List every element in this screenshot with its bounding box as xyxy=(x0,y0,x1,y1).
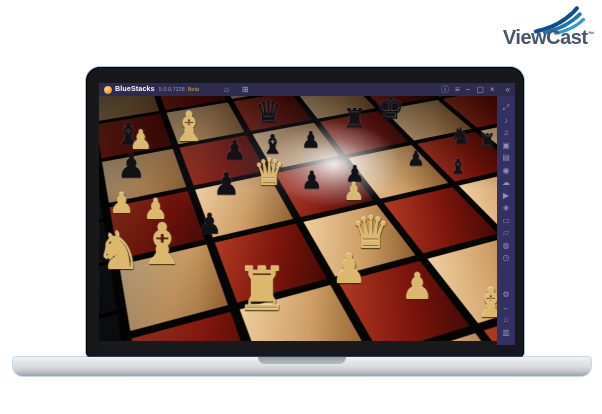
window-content: ♝ ♟ ♟ ♛ ♝ ♟ ♟ ♜ ♚ ♟ ♟ ♟ ♞ ♝ ♜ ♟ ♟ ♝ ♛ ♟ ♞ ♝ ♟ ♟ ♜ ♛ ♟ ♟ ♝ ⤢ ♪ ♫ ▣ ▤ ◉ ☁ ▶ ◈ ▭… xyxy=(99,96,515,345)
minimize-icon[interactable]: − xyxy=(466,85,471,94)
chess-piece-gold-pawn[interactable]: ♟ xyxy=(109,190,134,218)
titlebar-multi-instance-icon[interactable]: ⊞ xyxy=(242,85,249,94)
sidebar-home-icon[interactable]: ⌂ xyxy=(497,314,515,327)
chess-piece-gold-bishop[interactable]: ♝ xyxy=(137,218,187,274)
sidebar-settings-icon[interactable]: ⚙ xyxy=(497,289,515,302)
chess-piece-black-queen[interactable]: ♛ xyxy=(255,98,282,128)
viewcast-wordmark: ViewCast™ xyxy=(502,27,595,49)
trademark-symbol: ™ xyxy=(587,31,595,39)
chess-piece-gold-rook[interactable]: ♜ xyxy=(235,260,289,320)
sidebar-volume-up-icon[interactable]: ♪ xyxy=(497,115,515,128)
titlebar-home-icon[interactable]: ⌂ xyxy=(224,85,229,94)
chess-piece-gold-pawn[interactable]: ♟ xyxy=(143,196,168,224)
chess-pieces-layer: ♝ ♟ ♟ ♛ ♝ ♟ ♟ ♜ ♚ ♟ ♟ ♟ ♞ ♝ ♜ ♟ ♟ ♝ ♛ ♟ ♞ ♝ ♟ ♟ ♜ ♛ ♟ ♟ ♝ xyxy=(99,96,497,341)
sidebar-screenshot-icon[interactable]: ▣ xyxy=(497,140,515,153)
app-title: BlueStacks xyxy=(115,86,155,93)
chess-piece-black-pawn[interactable]: ♟ xyxy=(407,148,425,168)
beta-badge: Beta xyxy=(187,86,200,93)
chess-scene: ♝ ♟ ♟ ♛ ♝ ♟ ♟ ♜ ♚ ♟ ♟ ♟ ♞ ♝ ♜ ♟ ♟ ♝ ♛ ♟ ♞ ♝ ♟ ♟ ♜ ♛ ♟ ♟ ♝ xyxy=(99,96,497,341)
bluestacks-logo-icon xyxy=(104,85,112,94)
collapse-sidebar-icon[interactable]: « xyxy=(506,85,510,94)
laptop-base-notch xyxy=(258,357,346,364)
chess-piece-gold-bishop[interactable]: ♝ xyxy=(473,284,497,324)
sidebar-back-icon[interactable]: ← xyxy=(497,302,515,315)
sidebar-camera-icon[interactable]: ▤ xyxy=(497,152,515,165)
chess-game-screen[interactable]: ♝ ♟ ♟ ♛ ♝ ♟ ♟ ♜ ♚ ♟ ♟ ♟ ♞ ♝ ♜ ♟ ♟ ♝ ♛ ♟ ♞ ♝ ♟ ♟ ♜ ♛ ♟ ♟ ♝ xyxy=(99,96,497,345)
sidebar-video-icon[interactable]: ▶ xyxy=(497,190,515,203)
chess-piece-gold-queen[interactable]: ♛ xyxy=(253,156,285,192)
chess-piece-black-bishop[interactable]: ♝ xyxy=(449,156,467,176)
chess-piece-gold-knight[interactable]: ♞ xyxy=(99,226,142,278)
sidebar-fullscreen-icon[interactable]: ⤢ xyxy=(497,102,515,115)
sidebar-folder-icon[interactable]: ▭ xyxy=(497,215,515,228)
chess-piece-black-rook[interactable]: ♜ xyxy=(343,106,366,132)
chess-piece-black-pawn[interactable]: ♟ xyxy=(197,210,222,238)
chess-piece-gold-pawn[interactable]: ♟ xyxy=(401,270,433,306)
chess-piece-black-pawn[interactable]: ♟ xyxy=(213,170,240,200)
sidebar-clock-icon[interactable]: ◷ xyxy=(497,252,515,265)
sidebar-record-icon[interactable]: ◉ xyxy=(497,165,515,178)
maximize-icon[interactable]: ▢ xyxy=(476,85,484,94)
viewcast-logo: ViewCast™ xyxy=(484,3,594,48)
sidebar-shake-icon[interactable]: ◈ xyxy=(497,202,515,215)
bluestacks-titlebar: BlueStacks 5.0.0.7228 Beta ⌂ ⊞ ⓘ ≡ − ▢ × « xyxy=(99,83,515,96)
info-icon[interactable]: ⓘ xyxy=(441,85,449,94)
laptop-base xyxy=(13,357,591,376)
chess-piece-black-pawn[interactable]: ♟ xyxy=(301,130,321,152)
sidebar-cloud-icon[interactable]: ☁ xyxy=(497,177,515,190)
laptop-screen: BlueStacks 5.0.0.7228 Beta ⌂ ⊞ ⓘ ≡ − ▢ × « ♝ ♟ ♟… xyxy=(99,83,515,345)
chess-piece-gold-pawn[interactable]: ♟ xyxy=(331,250,367,290)
chess-piece-black-king[interactable]: ♚ xyxy=(377,96,404,124)
laptop-screen-bezel: BlueStacks 5.0.0.7228 Beta ⌂ ⊞ ⓘ ≡ − ▢ × « ♝ ♟ ♟… xyxy=(86,67,524,358)
bluestacks-sidebar: ⤢ ♪ ♫ ▣ ▤ ◉ ☁ ▶ ◈ ▭ ▱ ◍ ◷ ⚙ ← ⌂ ▥ xyxy=(497,96,515,345)
menu-icon[interactable]: ≡ xyxy=(455,85,460,94)
chess-piece-black-rook[interactable]: ♜ xyxy=(479,132,496,151)
sidebar-recent-apps-icon[interactable]: ▥ xyxy=(497,327,515,340)
sidebar-multi-window-icon[interactable]: ▱ xyxy=(497,227,515,240)
chess-piece-black-knight[interactable]: ♞ xyxy=(451,126,471,148)
chess-piece-black-pawn[interactable]: ♟ xyxy=(223,138,246,164)
close-icon[interactable]: × xyxy=(490,85,495,94)
chess-piece-gold-bishop[interactable]: ♝ xyxy=(171,108,207,148)
chess-piece-gold-pawn[interactable]: ♟ xyxy=(129,128,152,154)
app-version: 5.0.0.7228 xyxy=(158,86,185,93)
sidebar-volume-down-icon[interactable]: ♫ xyxy=(497,127,515,140)
chess-piece-gold-pawn[interactable]: ♟ xyxy=(343,180,365,204)
sidebar-globe-icon[interactable]: ◍ xyxy=(497,240,515,253)
chess-piece-black-pawn[interactable]: ♟ xyxy=(301,168,323,192)
